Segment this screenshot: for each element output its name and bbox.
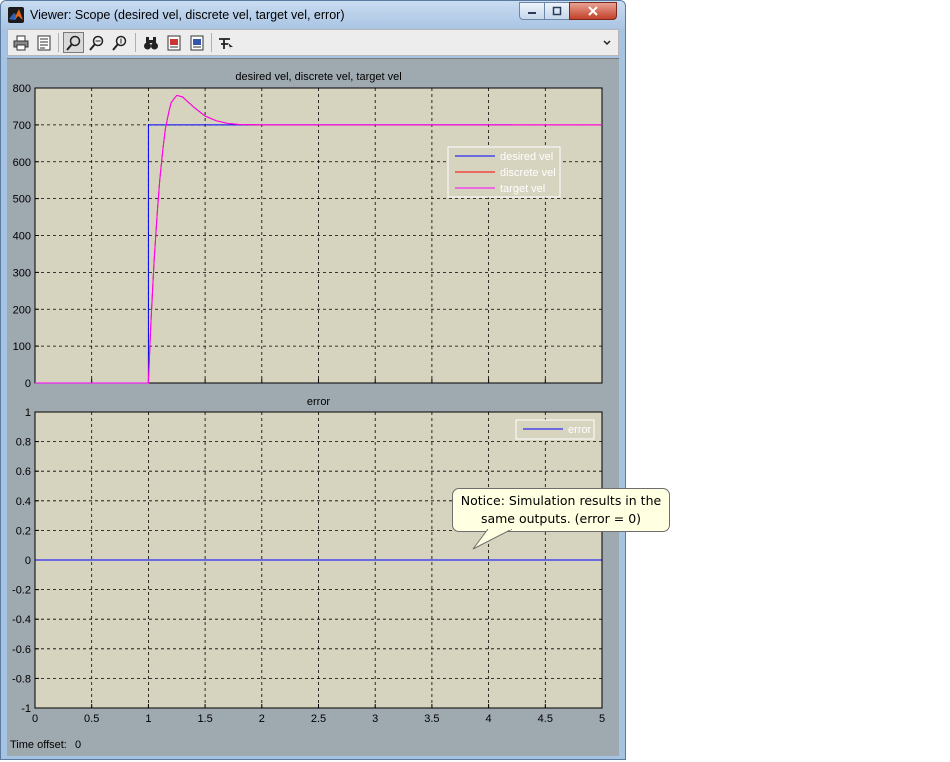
maximize-icon <box>552 6 562 16</box>
y-tick-label: 0.2 <box>16 525 31 537</box>
floating-scope-icon <box>218 37 233 50</box>
y-tick-label: 300 <box>13 267 31 279</box>
scope-plots: desired vel, discrete vel, target vel010… <box>12 71 605 725</box>
x-tick-label: 5 <box>599 713 605 725</box>
maximize-button[interactable] <box>544 2 570 20</box>
y-tick-label: -0.2 <box>12 585 31 597</box>
legend-label: error <box>568 424 592 436</box>
legend-label: discrete vel <box>500 167 556 179</box>
y-tick-label: 700 <box>13 120 31 132</box>
y-tick-label: -1 <box>21 703 31 715</box>
y-tick-label: -0.4 <box>12 614 31 626</box>
y-tick-label: -0.8 <box>12 673 31 685</box>
time-offset-label: Time offset: <box>10 739 67 751</box>
y-tick-label: 600 <box>13 157 31 169</box>
notice-line-1: Notice: Simulation results in the <box>460 493 662 508</box>
zoom-x-icon <box>88 35 103 51</box>
x-tick-label: 3 <box>372 713 378 725</box>
legend-label: target vel <box>500 183 545 195</box>
callout-tail <box>472 529 513 550</box>
y-tick-label: 0 <box>25 378 31 390</box>
zoom-icon <box>65 35 80 51</box>
zoom-y-button[interactable] <box>109 32 130 53</box>
close-icon <box>588 6 598 16</box>
x-tick-label: 3.5 <box>424 713 439 725</box>
y-tick-label: 0 <box>25 555 31 567</box>
minimize-button[interactable] <box>519 2 545 20</box>
x-tick-label: 1 <box>145 713 151 725</box>
y-tick-label: 500 <box>13 194 31 206</box>
y-tick-label: 100 <box>13 341 31 353</box>
scope-figure: desired vel, discrete vel, target vel 0 10… <box>7 58 619 756</box>
chevron-down-icon <box>602 39 611 45</box>
parameters-icon <box>37 35 50 50</box>
zoom-x-button[interactable] <box>86 32 107 53</box>
y-tick-label: 0.6 <box>16 466 31 478</box>
y-tick-label: 0.4 <box>16 496 31 508</box>
toolbar-overflow-button[interactable] <box>596 32 617 53</box>
title-bar[interactable]: Viewer: Scope (desired vel, discrete vel… <box>1 1 625 29</box>
x-tick-label: 4.5 <box>538 713 553 725</box>
x-tick-label: 1.5 <box>197 713 212 725</box>
x-tick-label: 4 <box>486 713 492 725</box>
x-tick-label: 0 <box>32 713 38 725</box>
plot-title-1: desired vel, discrete vel, target vel <box>235 71 401 83</box>
autoscale-button[interactable] <box>140 32 161 53</box>
x-tick-label: 2.5 <box>311 713 326 725</box>
notice-line-2: same outputs. (error = 0) <box>480 511 642 526</box>
y-tick-label: 0.8 <box>16 437 31 449</box>
parameters-button[interactable] <box>33 32 54 53</box>
toolbar <box>7 29 619 56</box>
print-button[interactable] <box>10 32 31 53</box>
y-tick-label: 400 <box>13 231 31 243</box>
y-tick-label: 800 <box>13 83 31 95</box>
zoom-y-icon <box>111 35 126 51</box>
scope-viewer-window: Viewer: Scope (desired vel, discrete vel… <box>0 0 626 760</box>
x-tick-label: 2 <box>259 713 265 725</box>
zoom-button[interactable] <box>63 32 84 53</box>
print-icon <box>13 35 28 50</box>
restore-axes-button[interactable] <box>186 32 207 53</box>
window-title: Viewer: Scope (desired vel, discrete vel… <box>30 8 345 22</box>
save-axes-button[interactable] <box>163 32 184 53</box>
notice-callout: Notice: Simulation results in the same o… <box>452 488 670 532</box>
time-offset-value: 0 <box>75 739 82 751</box>
minimize-icon <box>528 12 536 14</box>
legend-label: desired vel <box>500 151 553 163</box>
close-button[interactable] <box>569 2 617 20</box>
autoscale-icon <box>143 36 158 49</box>
matlab-icon <box>8 7 24 23</box>
y-tick-label: 1 <box>25 407 31 419</box>
plot-title-2: error <box>307 396 331 408</box>
floating-scope-button[interactable] <box>215 32 236 53</box>
save-axes-icon <box>167 35 180 50</box>
x-tick-label: 0.5 <box>84 713 99 725</box>
y-tick-label: 200 <box>13 304 31 316</box>
restore-axes-icon <box>190 35 203 50</box>
y-tick-label: -0.6 <box>12 644 31 656</box>
